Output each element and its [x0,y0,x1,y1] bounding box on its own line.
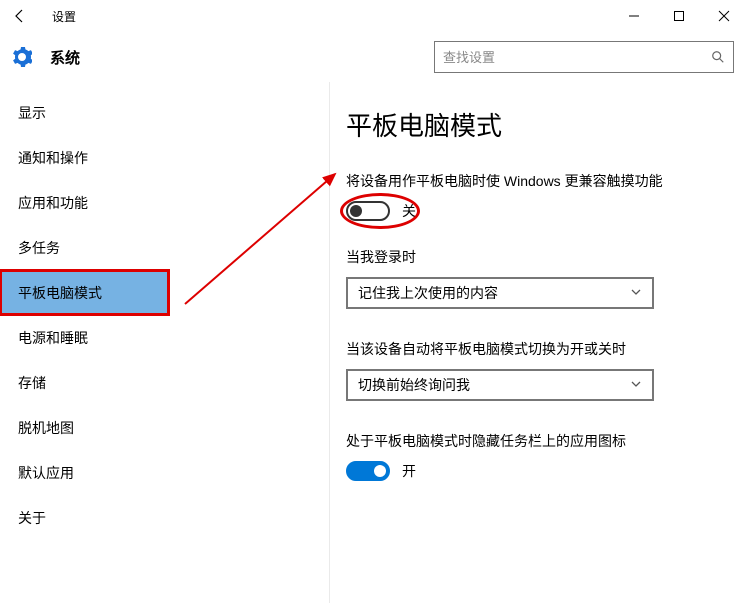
sidebar-item-about[interactable]: 关于 [0,495,329,540]
signin-select[interactable]: 记住我上次使用的内容 [346,277,654,309]
sidebar-item-display[interactable]: 显示 [0,90,329,135]
auto-switch-label: 当该设备自动将平板电脑模式切换为开或关时 [346,339,718,359]
sidebar: 显示 通知和操作 应用和功能 多任务 平板电脑模式 电源和睡眠 存储 脱机地图 … [0,82,330,603]
sidebar-item-offline-maps[interactable]: 脱机地图 [0,405,329,450]
maximize-button[interactable] [656,0,701,32]
toggle1-label: 将设备用作平板电脑时使 Windows 更兼容触摸功能 [346,171,718,191]
toggle1-state: 关 [402,201,416,221]
sidebar-item-label: 关于 [18,508,46,528]
back-button[interactable] [0,0,40,32]
sidebar-item-storage[interactable]: 存储 [0,360,329,405]
sidebar-item-label: 通知和操作 [18,148,88,168]
page-title: 平板电脑模式 [346,106,718,143]
close-button[interactable] [701,0,746,32]
header-title: 系统 [50,47,80,68]
hide-taskbar-icons-toggle[interactable] [346,461,390,481]
gear-icon [12,47,32,67]
sidebar-item-label: 平板电脑模式 [18,283,102,303]
sidebar-item-label: 应用和功能 [18,193,88,213]
sidebar-item-label: 电源和睡眠 [18,328,88,348]
signin-label: 当我登录时 [346,247,718,267]
sidebar-item-power-sleep[interactable]: 电源和睡眠 [0,315,329,360]
chevron-down-icon [630,285,642,301]
sidebar-item-label: 脱机地图 [18,418,74,438]
sidebar-item-label: 默认应用 [18,463,74,483]
sidebar-item-tablet-mode[interactable]: 平板电脑模式 [0,270,169,315]
tablet-mode-toggle[interactable] [346,201,390,221]
sidebar-item-notifications[interactable]: 通知和操作 [0,135,329,180]
hide-icons-state: 开 [402,461,416,481]
sidebar-item-multitask[interactable]: 多任务 [0,225,329,270]
search-icon [711,50,725,64]
sidebar-item-apps-features[interactable]: 应用和功能 [0,180,329,225]
signin-value: 记住我上次使用的内容 [358,283,498,303]
sidebar-item-label: 多任务 [18,238,60,258]
hide-icons-label: 处于平板电脑模式时隐藏任务栏上的应用图标 [346,431,718,451]
auto-switch-value: 切换前始终询问我 [358,375,470,395]
auto-switch-select[interactable]: 切换前始终询问我 [346,369,654,401]
minimize-button[interactable] [611,0,656,32]
search-input[interactable] [434,41,734,73]
search-field[interactable] [443,50,693,65]
sidebar-item-label: 存储 [18,373,46,393]
sidebar-item-label: 显示 [18,103,46,123]
chevron-down-icon [630,377,642,393]
sidebar-item-default-apps[interactable]: 默认应用 [0,450,329,495]
window-title: 设置 [52,8,76,25]
